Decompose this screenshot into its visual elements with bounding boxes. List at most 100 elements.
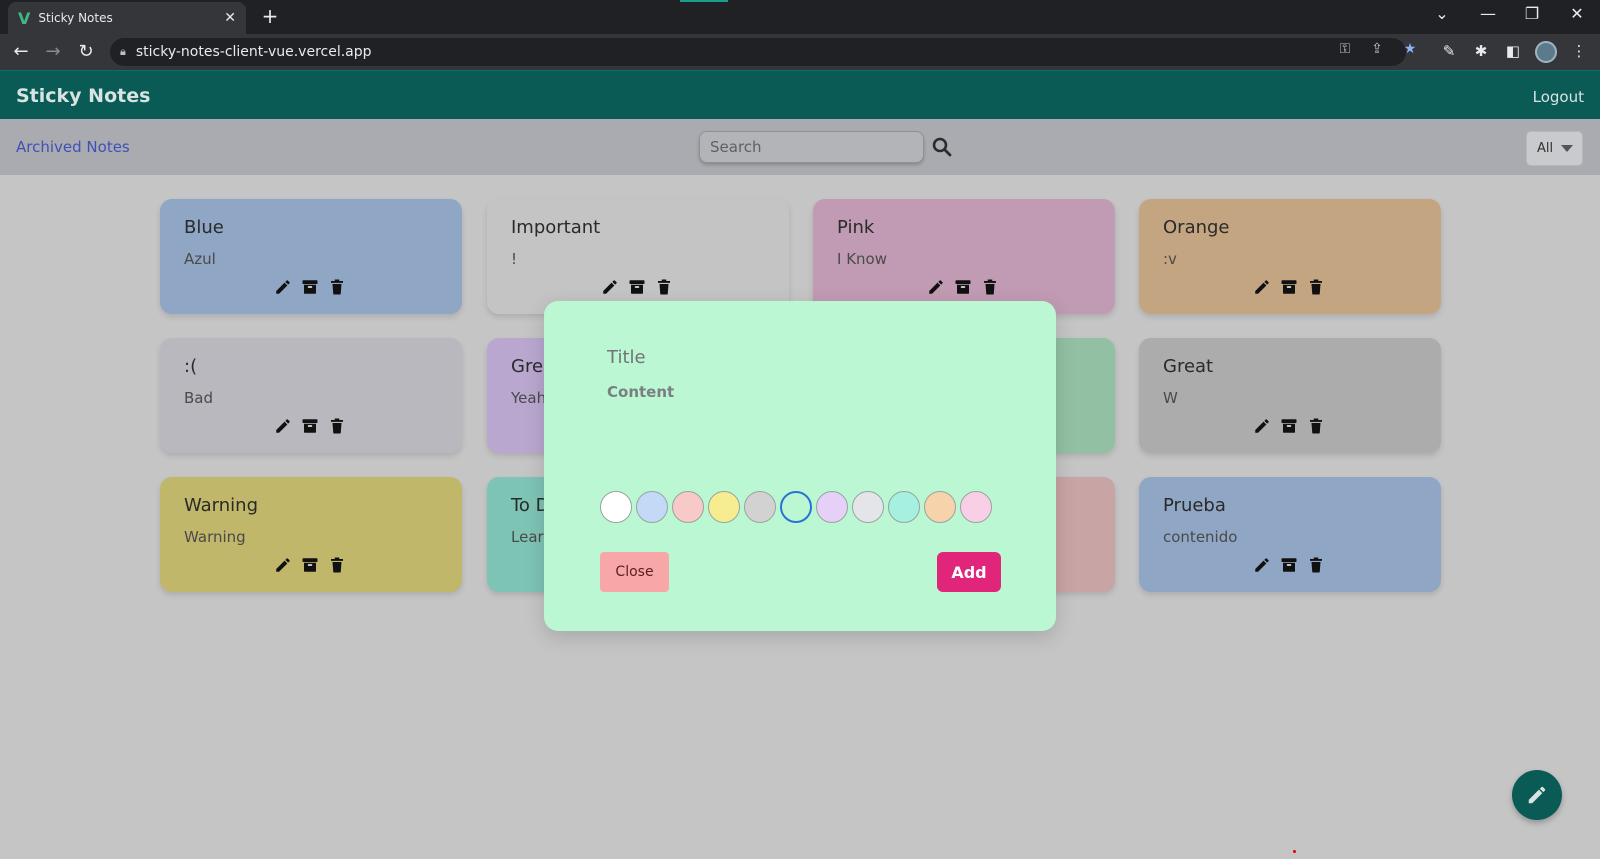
browser-tab[interactable]: V Sticky Notes ✕ xyxy=(8,2,246,34)
archive-icon[interactable] xyxy=(301,278,319,296)
color-picker xyxy=(600,491,992,523)
tab-strip-accent xyxy=(680,0,728,2)
archive-icon[interactable] xyxy=(954,278,972,296)
add-button[interactable]: Add xyxy=(937,552,1001,592)
note-title: :( xyxy=(184,356,198,377)
note-content-input[interactable] xyxy=(607,383,987,463)
reload-icon[interactable]: ↻ xyxy=(74,41,98,62)
close-window-button[interactable]: ✕ xyxy=(1563,4,1591,23)
color-swatch[interactable] xyxy=(924,491,956,523)
note-actions xyxy=(274,556,346,574)
share-icon[interactable]: ⇪ xyxy=(1367,41,1387,57)
note-content: Yeah xyxy=(511,389,547,407)
edit-pencil-icon[interactable] xyxy=(927,278,945,296)
forward-arrow-icon[interactable]: → xyxy=(41,41,65,62)
delete-trash-icon[interactable] xyxy=(1307,417,1325,435)
color-swatch[interactable] xyxy=(816,491,848,523)
delete-trash-icon[interactable] xyxy=(981,278,999,296)
color-swatch[interactable] xyxy=(888,491,920,523)
archive-icon[interactable] xyxy=(301,417,319,435)
restore-button[interactable]: ❐ xyxy=(1518,4,1546,23)
archive-icon[interactable] xyxy=(628,278,646,296)
pencil-icon xyxy=(1528,786,1546,804)
color-swatch[interactable] xyxy=(636,491,668,523)
tab-close-icon[interactable]: ✕ xyxy=(224,10,236,26)
delete-trash-icon[interactable] xyxy=(1307,556,1325,574)
note-content: Warning xyxy=(184,528,246,546)
note-card[interactable]: Orange :v xyxy=(1139,199,1441,314)
note-actions xyxy=(1253,278,1325,296)
profile-avatar[interactable] xyxy=(1535,41,1557,63)
logout-link[interactable]: Logout xyxy=(1533,88,1584,106)
delete-trash-icon[interactable] xyxy=(655,278,673,296)
minimize-button[interactable]: — xyxy=(1474,4,1502,23)
note-card[interactable]: Great W xyxy=(1139,338,1441,453)
delete-trash-icon[interactable] xyxy=(328,278,346,296)
new-tab-button[interactable]: + xyxy=(258,4,282,28)
delete-trash-icon[interactable] xyxy=(328,417,346,435)
back-arrow-icon[interactable]: ← xyxy=(9,41,33,62)
archived-notes-link[interactable]: Archived Notes xyxy=(16,138,130,156)
cursor-dot xyxy=(1293,850,1296,853)
note-title: Pink xyxy=(837,217,875,238)
note-content: :v xyxy=(1163,250,1177,268)
search-icon[interactable] xyxy=(932,137,952,157)
edit-pencil-icon[interactable] xyxy=(1253,278,1271,296)
app-title: Sticky Notes xyxy=(16,85,151,107)
color-swatch[interactable] xyxy=(672,491,704,523)
archive-icon[interactable] xyxy=(1280,556,1298,574)
key-icon[interactable]: ⚿ xyxy=(1335,41,1355,57)
delete-trash-icon[interactable] xyxy=(328,556,346,574)
note-card[interactable]: Blue Azul xyxy=(160,199,462,314)
color-swatch[interactable] xyxy=(780,491,812,523)
edit-pencil-icon[interactable] xyxy=(1253,556,1271,574)
note-content: Azul xyxy=(184,250,216,268)
archive-icon[interactable] xyxy=(1280,417,1298,435)
browser-menu-icon[interactable]: ⋮ xyxy=(1568,42,1590,60)
note-card[interactable]: Pink I Know xyxy=(813,199,1115,314)
new-note-modal: Close Add xyxy=(544,301,1056,631)
color-swatch[interactable] xyxy=(600,491,632,523)
address-bar[interactable]: 🔒︎ sticky-notes-client-vue.vercel.app xyxy=(110,38,1406,66)
edit-pencil-icon[interactable] xyxy=(274,417,292,435)
note-card[interactable]: Prueba contenido xyxy=(1139,477,1441,592)
archive-icon[interactable] xyxy=(301,556,319,574)
edit-pencil-icon[interactable] xyxy=(1253,417,1271,435)
close-button[interactable]: Close xyxy=(600,552,669,592)
color-swatch[interactable] xyxy=(852,491,884,523)
note-card[interactable]: Important! xyxy=(487,199,789,314)
note-title: Orange xyxy=(1163,217,1230,238)
search-input[interactable] xyxy=(699,131,924,163)
extensions-puzzle-icon[interactable]: ✱ xyxy=(1470,42,1492,60)
tab-search-chevron-icon[interactable]: ⌄ xyxy=(1428,4,1456,23)
bookmark-star-icon[interactable]: ★ xyxy=(1400,41,1420,57)
note-content: ! xyxy=(511,250,518,268)
note-actions xyxy=(274,278,346,296)
side-panel-icon[interactable]: ◧ xyxy=(1502,42,1524,60)
edit-pencil-icon[interactable] xyxy=(601,278,619,296)
url-text: sticky-notes-client-vue.vercel.app xyxy=(135,44,372,60)
note-card[interactable]: Warning Warning xyxy=(160,477,462,592)
caret-down-icon xyxy=(1561,145,1574,152)
color-swatch[interactable] xyxy=(708,491,740,523)
note-title: Blue xyxy=(184,217,224,238)
note-actions xyxy=(1253,556,1325,574)
edit-pencil-icon[interactable] xyxy=(274,278,292,296)
delete-trash-icon[interactable] xyxy=(1307,278,1325,296)
browser-toolbar: ← → ↻ 🔒︎ sticky-notes-client-vue.vercel.… xyxy=(0,34,1600,70)
note-content: Bad xyxy=(184,389,214,407)
color-swatch[interactable] xyxy=(744,491,776,523)
edit-pencil-icon[interactable] xyxy=(274,556,292,574)
color-swatch[interactable] xyxy=(960,491,992,523)
color-filter-select[interactable]: All xyxy=(1526,131,1583,166)
archive-icon[interactable] xyxy=(1280,278,1298,296)
note-title-input[interactable] xyxy=(607,347,947,368)
note-title: Great xyxy=(1163,356,1214,377)
app-header: Sticky Notes Logout xyxy=(0,70,1600,119)
note-card[interactable]: :( Bad xyxy=(160,338,462,453)
note-actions xyxy=(1253,417,1325,435)
note-actions xyxy=(927,278,999,296)
note-content: I Know xyxy=(837,250,887,268)
create-note-fab[interactable] xyxy=(1512,770,1562,820)
extension-pen-icon[interactable]: ✎ xyxy=(1438,42,1460,60)
